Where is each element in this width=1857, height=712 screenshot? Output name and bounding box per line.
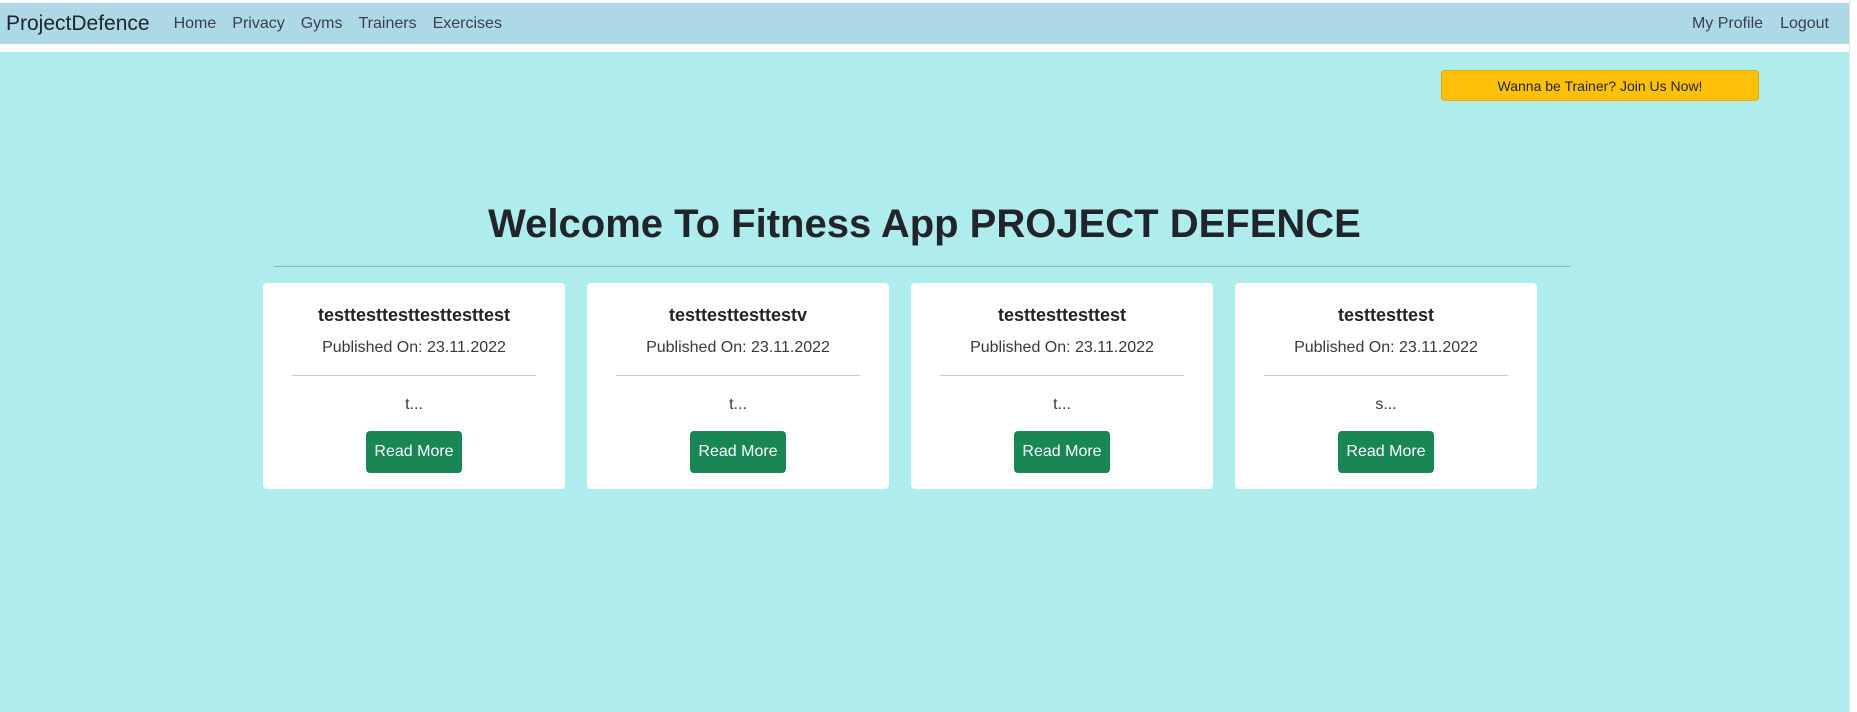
card-title: testtesttesttestv bbox=[668, 305, 808, 325]
article-cards: testtesttesttesttesttest Published On: 2… bbox=[263, 283, 1537, 489]
card-excerpt: t... bbox=[1053, 396, 1071, 413]
card-title: testtesttest bbox=[1337, 305, 1435, 325]
read-more-button[interactable]: Read More bbox=[1338, 431, 1434, 473]
nav-trainers-link[interactable]: Trainers bbox=[359, 15, 417, 33]
nav-gyms-link[interactable]: Gyms bbox=[301, 15, 343, 33]
read-more-button[interactable]: Read More bbox=[690, 431, 786, 473]
title-divider bbox=[274, 266, 1570, 267]
card-published-date: Published On: 23.11.2022 bbox=[970, 339, 1154, 356]
brand-link[interactable]: ProjectDefence bbox=[6, 12, 150, 36]
card-divider bbox=[1264, 375, 1508, 376]
card-title: testtesttesttest bbox=[997, 305, 1127, 325]
card-published-date: Published On: 23.11.2022 bbox=[322, 339, 506, 356]
top-navbar: ProjectDefence Home Privacy Gyms Trainer… bbox=[0, 3, 1849, 44]
card-excerpt: t... bbox=[729, 396, 747, 413]
page: ProjectDefence Home Privacy Gyms Trainer… bbox=[0, 0, 1857, 712]
page-title: Welcome To Fitness App PROJECT DEFENCE bbox=[488, 202, 1361, 246]
nav-privacy-link[interactable]: Privacy bbox=[232, 15, 284, 33]
read-more-button[interactable]: Read More bbox=[366, 431, 462, 473]
read-more-button[interactable]: Read More bbox=[1014, 431, 1110, 473]
card-excerpt: s... bbox=[1375, 396, 1397, 413]
nav-exercises-link[interactable]: Exercises bbox=[433, 15, 502, 33]
card-published-date: Published On: 23.11.2022 bbox=[1294, 339, 1478, 356]
card-title: testtesttesttesttesttest bbox=[317, 305, 511, 325]
card-excerpt: t... bbox=[405, 396, 423, 413]
nav-links: Home Privacy Gyms Trainers Exercises bbox=[174, 15, 518, 33]
window-edge bbox=[1849, 0, 1857, 712]
main-content: Wanna be Trainer? Join Us Now! Welcome T… bbox=[0, 52, 1849, 712]
card-divider bbox=[292, 375, 536, 376]
article-card: testtesttest Published On: 23.11.2022 s.… bbox=[1235, 283, 1537, 489]
nav-home-link[interactable]: Home bbox=[174, 15, 217, 33]
card-divider bbox=[940, 375, 1184, 376]
article-card: testtesttesttestv Published On: 23.11.20… bbox=[587, 283, 889, 489]
my-profile-link[interactable]: My Profile bbox=[1692, 15, 1763, 33]
card-divider bbox=[616, 375, 860, 376]
logout-link[interactable]: Logout bbox=[1780, 15, 1829, 33]
article-card: testtesttesttesttesttest Published On: 2… bbox=[263, 283, 565, 489]
join-trainer-button[interactable]: Wanna be Trainer? Join Us Now! bbox=[1441, 70, 1759, 101]
nav-right: My Profile Logout bbox=[1675, 15, 1829, 33]
article-card: testtesttesttest Published On: 23.11.202… bbox=[911, 283, 1213, 489]
card-published-date: Published On: 23.11.2022 bbox=[646, 339, 830, 356]
